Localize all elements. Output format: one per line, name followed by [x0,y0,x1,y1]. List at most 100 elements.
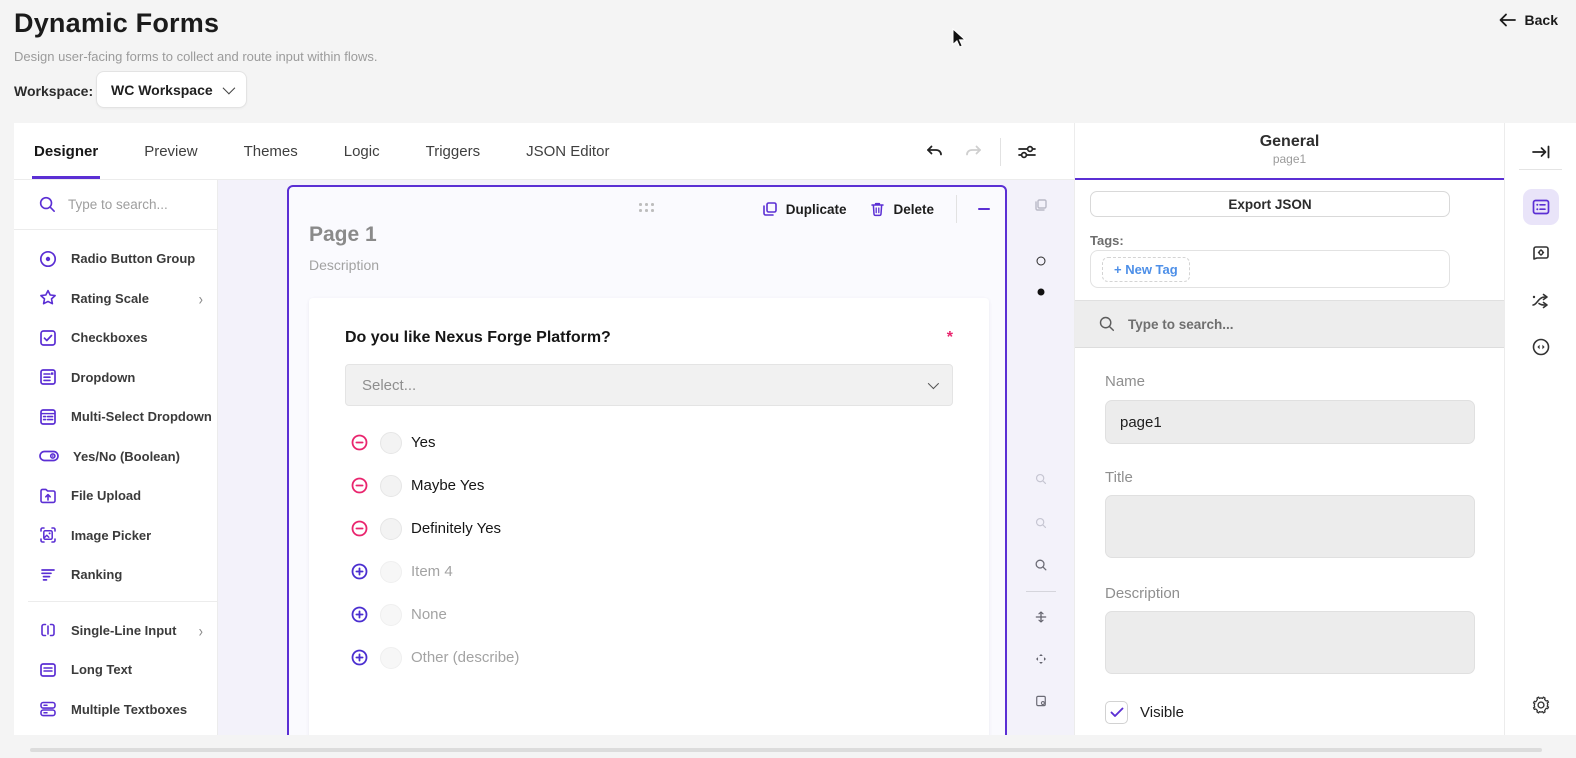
general-properties-tab[interactable] [1523,189,1559,225]
visible-checkbox[interactable] [1105,701,1128,724]
export-json-button[interactable]: Export JSON [1090,191,1450,217]
chevron-right-icon: › [199,621,203,641]
tab-json-editor[interactable]: JSON Editor [526,123,609,179]
undo-button[interactable] [914,132,954,172]
toolbox-item-rating-scale[interactable]: Rating Scale › [14,279,217,319]
add-choice-icon[interactable] [351,606,368,623]
tab-themes[interactable]: Themes [244,123,298,179]
logic-tab[interactable] [1530,290,1552,312]
tab-logic[interactable]: Logic [344,123,380,179]
toolbox-item-single-line-input[interactable]: Single-Line Input › [14,611,217,651]
radio-button[interactable] [380,647,402,669]
toolbox-item-label: Radio Button Group [71,251,195,266]
radio-button[interactable] [380,518,402,540]
choice-row-item4: Item 4 [345,550,953,593]
toolbox-item-long-text[interactable]: Long Text [14,650,217,690]
toolbox-item-label: Multiple Textboxes [71,702,187,717]
workspace-value: WC Workspace [111,82,213,98]
new-tag-button[interactable]: + New Tag [1102,257,1190,282]
toolbox-item-label: Image Picker [71,528,151,543]
page-card[interactable]: Duplicate Delete Page 1 Description [287,185,1007,735]
question-title[interactable]: Do you like Nexus Forge Platform? [345,329,611,347]
back-button[interactable]: Back [1499,12,1558,28]
search-icon [1098,315,1116,333]
choice-label[interactable]: Other (describe) [411,649,519,666]
choice-label[interactable]: Item 4 [411,563,453,580]
title-field-input[interactable] [1105,495,1475,558]
toolbox-item-file-upload[interactable]: File Upload [14,476,217,516]
tab-designer[interactable]: Designer [34,123,98,179]
toolbox-item-multiple-textboxes[interactable]: Multiple Textboxes [14,690,217,730]
toolbox-item-label: Yes/No (Boolean) [73,449,180,464]
toolbox-item-label: Checkboxes [71,330,148,345]
choice-label[interactable]: None [411,606,447,623]
chevron-right-icon: › [199,289,203,309]
toggle-icon [38,446,60,466]
choice-label[interactable]: Maybe Yes [411,477,484,494]
page-nav-dot-current[interactable] [1038,289,1045,296]
page-nav-dot-outline[interactable] [1037,257,1046,266]
toolbox-sidebar: Type to search... Radio Button Group Rat… [14,180,218,735]
zoom-in-button[interactable] [1035,473,1047,485]
page-name[interactable]: Page 1 [309,223,377,247]
remove-choice-icon[interactable] [351,477,368,494]
expand-surface-button[interactable] [1035,653,1048,666]
fit-page-button[interactable] [1035,611,1048,624]
radio-button[interactable] [380,561,402,583]
description-field-input[interactable] [1105,611,1475,674]
navigator-divider [1026,591,1056,592]
property-panel-header: General page1 [1075,123,1504,180]
toolbox-item-checkboxes[interactable]: Checkboxes [14,318,217,358]
radio-button[interactable] [380,475,402,497]
radio-button[interactable] [380,432,402,454]
toolbox-item-ranking[interactable]: Ranking [14,555,217,595]
choice-label[interactable]: Yes [411,434,435,451]
embed-tab[interactable] [1530,336,1552,358]
required-marker: * [947,329,953,347]
question-card[interactable]: Do you like Nexus Forge Platform? * Sele… [309,298,989,735]
collapse-panel-button[interactable] [1531,144,1551,160]
remove-choice-icon[interactable] [351,434,368,451]
tab-triggers[interactable]: Triggers [426,123,480,179]
page-description-placeholder[interactable]: Description [309,257,379,273]
duplicate-button[interactable]: Duplicate [754,201,855,217]
choice-row-other: Other (describe) [345,636,953,679]
form-builder-app: Designer Preview Themes Logic Triggers J… [14,123,1576,735]
property-search[interactable]: Type to search... [1075,300,1504,348]
horizontal-scrollbar[interactable] [30,748,1542,752]
duplicate-label: Duplicate [786,202,847,217]
toolbox-item-multi-select-dropdown[interactable]: Multi-Select Dropdown [14,397,217,437]
toolbox-item-radio-button-group[interactable]: Radio Button Group [14,239,217,279]
toolbox-item-dropdown[interactable]: Dropdown [14,358,217,398]
toolbox-item-label: Multi-Select Dropdown [71,409,212,424]
choice-label[interactable]: Definitely Yes [411,520,501,537]
creator-settings-button[interactable] [1007,132,1047,172]
tab-preview[interactable]: Preview [144,123,197,179]
duplicate-icon [762,201,778,217]
settings-button[interactable] [1530,694,1552,716]
collapse-all-button[interactable] [1034,198,1048,212]
chevron-down-icon [928,378,939,389]
toolbox-item-image-picker[interactable]: Image Picker [14,516,217,556]
name-field-input[interactable]: page1 [1105,400,1475,444]
drag-handle-icon[interactable] [639,203,655,213]
question-select-input[interactable]: Select... [345,364,953,406]
add-choice-icon[interactable] [351,563,368,580]
translation-settings-tab[interactable] [1530,243,1552,265]
toolbox-item-yes-no-boolean[interactable]: Yes/No (Boolean) [14,437,217,477]
zoom-reset-button[interactable] [1035,559,1048,572]
remove-choice-icon[interactable] [351,520,368,537]
page-title: Dynamic Forms [14,8,219,39]
radio-button[interactable] [380,604,402,626]
choice-row-yes: Yes [345,421,953,464]
collapse-page-button[interactable] [971,196,997,222]
workspace-selector[interactable]: WC Workspace [96,71,247,108]
redo-button[interactable] [954,132,994,172]
zoom-out-button[interactable] [1035,517,1047,529]
delete-button[interactable]: Delete [862,201,942,217]
toolbar-divider [1000,138,1001,166]
toolbox-search[interactable]: Type to search... [14,180,217,230]
add-choice-icon[interactable] [351,649,368,666]
visible-setting[interactable]: Visible [1105,701,1184,724]
page-preview-button[interactable] [1035,695,1048,708]
